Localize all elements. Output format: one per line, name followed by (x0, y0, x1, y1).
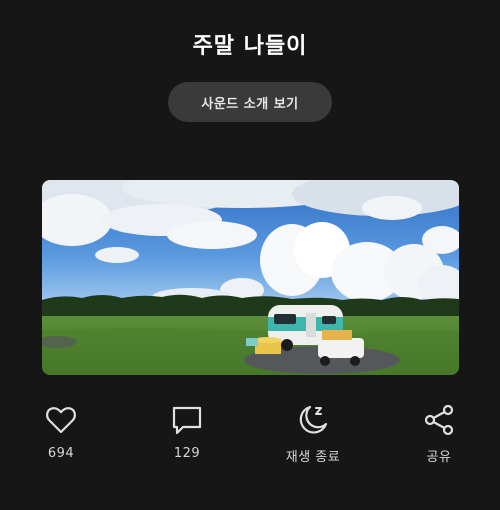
comment-button[interactable]: 129 (142, 402, 232, 461)
sleep-timer-button[interactable]: 재생 종료 (268, 402, 358, 465)
share-label: 공유 (426, 450, 452, 465)
sound-intro-label: 사운드 소개 보기 (201, 96, 299, 112)
comment-icon (169, 402, 205, 438)
share-button[interactable]: 공유 (394, 402, 484, 465)
sleep-timer-label: 재생 종료 (285, 450, 341, 465)
like-button[interactable]: 694 (16, 402, 106, 461)
cover-photo (42, 180, 459, 375)
page-title: 주말 나들이 (192, 34, 308, 59)
sleep-timer-icon (295, 402, 331, 438)
like-count: 694 (47, 446, 75, 461)
comment-count: 129 (173, 446, 201, 461)
share-icon (421, 402, 457, 438)
action-bar: 694 129 재생 종료 공유 (0, 402, 500, 472)
sound-intro-button[interactable]: 사운드 소개 보기 (168, 82, 332, 122)
heart-icon (43, 402, 79, 438)
